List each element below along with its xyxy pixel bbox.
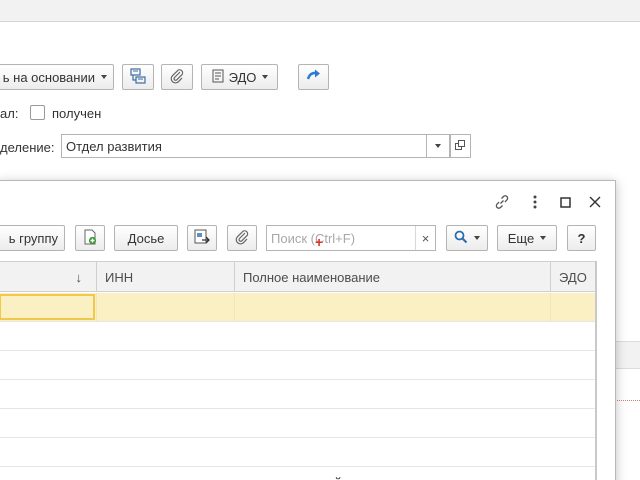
dossier-label: Досье [127, 230, 165, 246]
close-icon[interactable] [586, 193, 604, 211]
more-actions-label: Еще [507, 230, 535, 246]
column-header-inn[interactable]: ИНН [97, 262, 235, 292]
report-button[interactable] [187, 225, 217, 251]
chevron-down-icon [101, 75, 107, 79]
full-name-cell: ООО "АЕВПРАЙМ" [243, 470, 358, 480]
create-based-on-label: ь на основании [2, 69, 95, 85]
table-scroll-edge [595, 261, 597, 480]
chevron-down-icon [435, 144, 441, 148]
maximize-icon[interactable] [556, 193, 574, 211]
table-header: ↓ ИНН Полное наименование ЭДО [0, 262, 597, 292]
received-label: получен [52, 106, 102, 121]
search-input[interactable] [267, 226, 415, 250]
original-label: ал: [0, 106, 19, 121]
counterparty-selection-window: ь группу Досье × [0, 180, 616, 480]
add-copy-icon [82, 229, 98, 248]
attach-files-button[interactable] [161, 64, 193, 90]
chevron-down-icon [540, 236, 547, 240]
edo-button[interactable]: ЭДО [201, 64, 278, 90]
link-icon[interactable] [493, 193, 511, 211]
table-row[interactable] [0, 322, 597, 351]
clear-search-button[interactable]: × [415, 226, 435, 250]
received-checkbox[interactable] [30, 105, 45, 120]
table-row[interactable] [0, 380, 597, 409]
open-in-window-icon [455, 139, 466, 154]
structure-button[interactable] [122, 64, 154, 90]
more-vertical-icon[interactable] [526, 193, 544, 211]
help-label: ? [577, 230, 586, 246]
selection-toolbar: ь группу Досье × [0, 225, 615, 251]
dossier-button[interactable]: Досье [114, 225, 178, 251]
department-field[interactable]: Отдел развития [61, 134, 427, 158]
search-cursor-marker: + [315, 234, 324, 250]
row-divider [550, 293, 551, 322]
inn-cell: 5407221309 [105, 470, 177, 480]
create-group-label: ь группу [8, 230, 58, 246]
department-open-button[interactable] [450, 134, 471, 158]
counterparties-table: ↓ ИНН Полное наименование ЭДО 5407221309… [0, 261, 597, 480]
table-row[interactable] [0, 293, 597, 322]
add-copy-button[interactable] [75, 225, 105, 251]
department-label: деление: [0, 140, 55, 155]
table-row[interactable] [0, 438, 597, 467]
edo-label: ЭДО [228, 69, 257, 85]
report-icon [194, 229, 211, 248]
paperclip-icon [169, 68, 185, 87]
column-header-name[interactable]: ↓ [0, 262, 97, 292]
selected-cell [0, 294, 95, 320]
chevron-down-icon [474, 236, 480, 240]
department-dropdown-button[interactable] [426, 134, 450, 158]
table-row[interactable] [0, 351, 597, 380]
table-row[interactable] [0, 409, 597, 438]
top-strip [0, 0, 640, 22]
row-divider [96, 293, 97, 322]
row-divider [234, 293, 235, 322]
edo-icon [211, 69, 225, 86]
create-based-on-button[interactable]: ь на основании [0, 64, 114, 90]
go-to-button[interactable] [298, 64, 329, 90]
struct-icon [130, 67, 146, 87]
attach-files-button[interactable] [227, 225, 257, 251]
column-header-edo[interactable]: ЭДО [551, 262, 597, 292]
table-row[interactable]: 5407221309 ООО "АЕВПРАЙМ" [0, 467, 597, 480]
search-box: × [266, 225, 436, 251]
column-header-full-name[interactable]: Полное наименование [235, 262, 551, 292]
paperclip-icon [234, 229, 250, 248]
chevron-down-icon [262, 75, 269, 79]
help-button[interactable]: ? [567, 225, 596, 251]
create-group-button[interactable]: ь группу [0, 225, 65, 251]
department-value: Отдел развития [66, 138, 162, 154]
find-button[interactable] [446, 225, 488, 251]
arrow-jump-icon [306, 68, 322, 87]
search-icon [454, 230, 468, 247]
more-actions-button[interactable]: Еще [497, 225, 557, 251]
